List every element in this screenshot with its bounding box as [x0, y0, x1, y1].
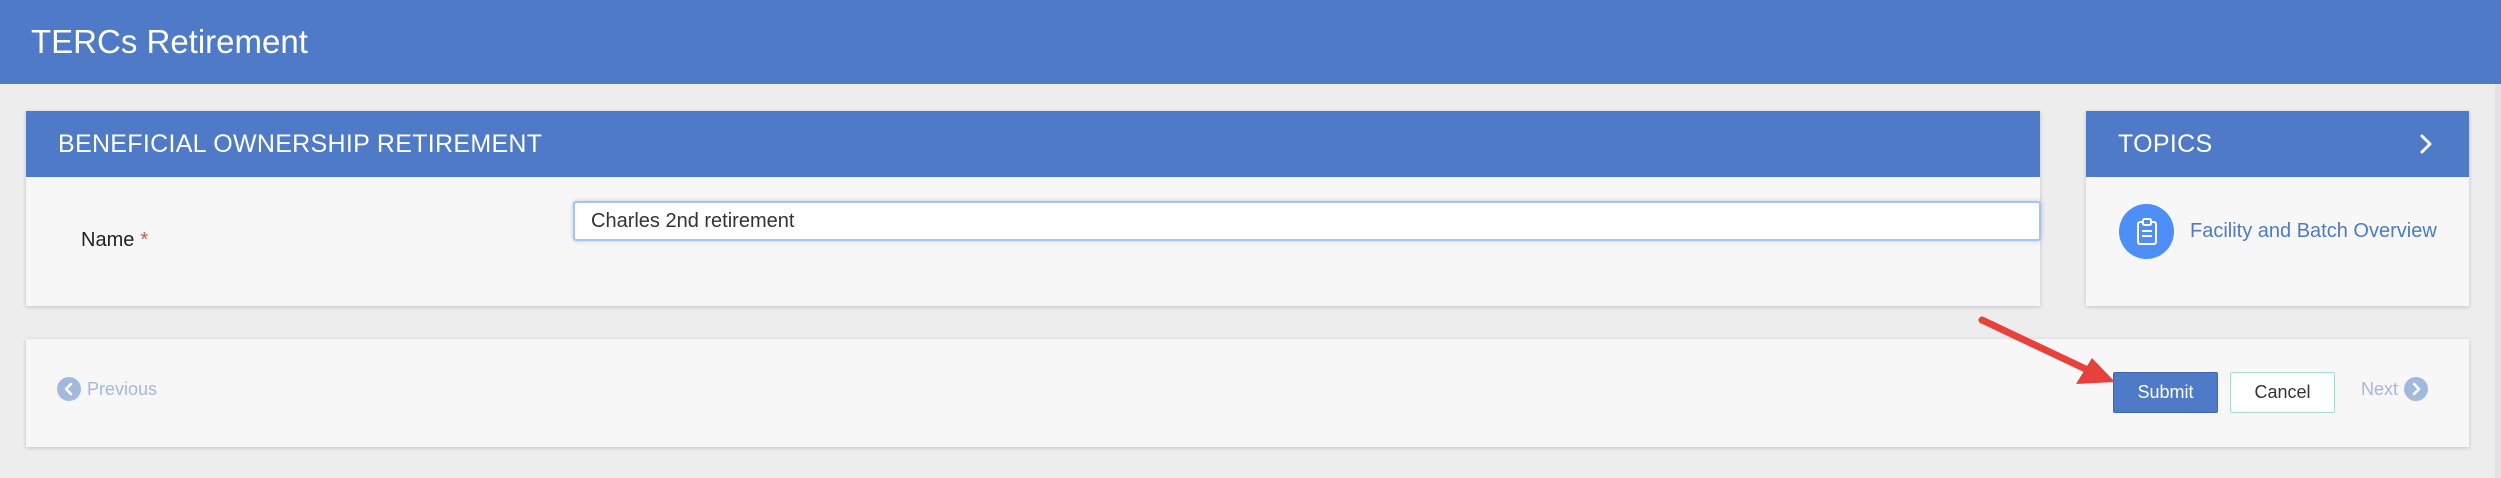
name-label-text: Name: [81, 229, 135, 251]
topic-item-facility-batch-overview[interactable]: Facility and Batch Overview: [2119, 204, 2437, 259]
topic-item-label: Facility and Batch Overview: [2190, 220, 2437, 242]
topics-panel: TOPICS Facility and Batch Overview: [2086, 111, 2469, 306]
chevron-right-icon[interactable]: [2415, 133, 2437, 155]
submit-button[interactable]: Submit: [2113, 372, 2218, 413]
chevron-right-icon: [2404, 377, 2429, 401]
required-marker: *: [140, 229, 149, 251]
retirement-form-panel: BENEFICIAL OWNERSHIP RETIREMENT Name *: [26, 111, 2041, 306]
app-title: TERCs Retirement: [31, 23, 308, 60]
name-form-row: Name *: [26, 177, 2041, 306]
topics-title: TOPICS: [2118, 129, 2213, 158]
wizard-footer: Previous Submit Cancel Next: [26, 339, 2469, 447]
form-panel-header: BENEFICIAL OWNERSHIP RETIREMENT: [26, 111, 2040, 177]
cancel-button[interactable]: Cancel: [2230, 372, 2335, 413]
clipboard-icon: [2119, 204, 2174, 259]
previous-button[interactable]: Previous: [57, 377, 157, 401]
name-field-label: Name *: [81, 229, 148, 252]
topics-panel-header: TOPICS: [2086, 111, 2469, 177]
scrollbar-track[interactable]: [2495, 84, 2501, 478]
next-label: Next: [2361, 378, 2399, 399]
next-button[interactable]: Next: [2361, 377, 2429, 401]
name-input[interactable]: [573, 201, 2041, 241]
app-header: TERCs Retirement: [0, 0, 2501, 84]
chevron-left-icon: [57, 377, 81, 401]
form-panel-title: BENEFICIAL OWNERSHIP RETIREMENT: [58, 129, 543, 158]
previous-label: Previous: [87, 378, 158, 399]
